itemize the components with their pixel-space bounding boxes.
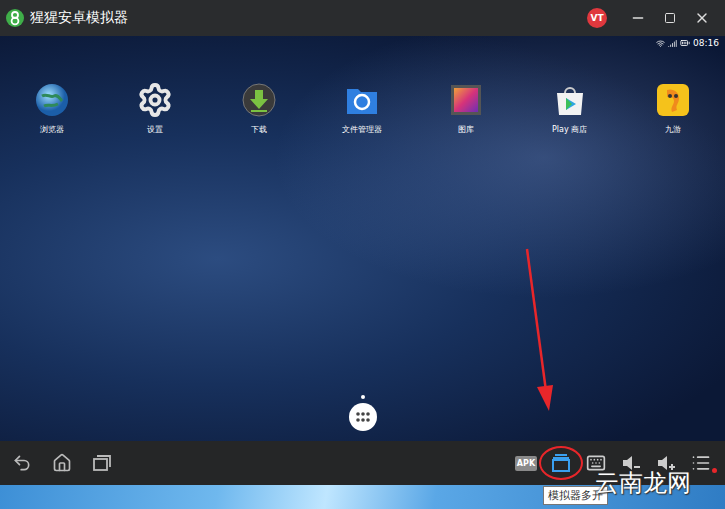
app-label: 图库 <box>458 124 474 135</box>
close-icon <box>694 10 710 26</box>
page-indicator <box>361 395 365 399</box>
gallery-icon <box>448 82 484 118</box>
red-arrow-icon <box>515 241 560 416</box>
app-label: Play 商店 <box>552 124 587 135</box>
app-label: 设置 <box>147 124 163 135</box>
app-shortcut[interactable]: 文件管理器 <box>311 82 415 135</box>
home-icon <box>52 453 72 473</box>
emulator-window: 猩猩安卓模拟器 VT 08:16 浏览器 设置 下载 文件管理器 图库 Play 商店 九游 APK… <box>0 0 725 509</box>
app-shortcut[interactable]: Play 商店 <box>518 82 622 135</box>
browser-icon <box>34 82 70 118</box>
nav-buttons <box>10 451 114 475</box>
app-shortcut[interactable]: 设置 <box>104 82 208 135</box>
back-button[interactable] <box>10 451 34 475</box>
app-label: 浏览器 <box>40 124 64 135</box>
files-icon <box>344 82 380 118</box>
app-logo-icon <box>6 9 24 27</box>
multi-button[interactable] <box>549 451 573 475</box>
battery-icon <box>680 38 690 48</box>
home-button[interactable] <box>50 451 74 475</box>
watermark: 云南龙网 <box>595 467 691 499</box>
maximize-button[interactable] <box>657 12 683 24</box>
status-bar: 08:16 <box>0 36 725 50</box>
wifi-icon <box>656 39 665 48</box>
app-drawer-area <box>0 395 725 441</box>
maximize-icon <box>664 12 676 24</box>
jiuyou-icon <box>655 82 691 118</box>
app-shortcut[interactable]: 图库 <box>414 82 518 135</box>
apk-button[interactable]: APK <box>514 451 538 475</box>
window-title: 猩猩安卓模拟器 <box>30 9 581 27</box>
clock: 08:16 <box>693 38 719 48</box>
back-icon <box>12 453 32 473</box>
apk-icon: APK <box>515 456 537 471</box>
menu-icon <box>691 453 711 473</box>
notification-dot <box>712 468 717 473</box>
title-bar: 猩猩安卓模拟器 VT <box>0 0 725 36</box>
recents-icon <box>92 453 112 473</box>
multi-window-icon <box>551 453 571 473</box>
play-icon <box>552 82 588 118</box>
close-button[interactable] <box>689 10 715 26</box>
minimize-icon <box>630 10 646 26</box>
signal-icon <box>668 39 677 48</box>
app-drawer-icon[interactable] <box>349 403 377 431</box>
vt-badge[interactable]: VT <box>587 8 607 28</box>
recents-button[interactable] <box>90 451 114 475</box>
gear-icon <box>137 82 173 118</box>
app-label: 九游 <box>665 124 681 135</box>
desktop-icons: 浏览器 设置 下载 文件管理器 图库 Play 商店 九游 <box>0 50 725 135</box>
minimize-button[interactable] <box>625 10 651 26</box>
app-shortcut[interactable]: 九游 <box>621 82 725 135</box>
download-icon <box>241 82 277 118</box>
app-shortcut[interactable]: 下载 <box>207 82 311 135</box>
menu-button[interactable] <box>689 451 713 475</box>
android-screen: 08:16 浏览器 设置 下载 文件管理器 图库 Play 商店 九游 <box>0 36 725 441</box>
app-shortcut[interactable]: 浏览器 <box>0 82 104 135</box>
app-label: 文件管理器 <box>342 124 382 135</box>
app-label: 下载 <box>251 124 267 135</box>
